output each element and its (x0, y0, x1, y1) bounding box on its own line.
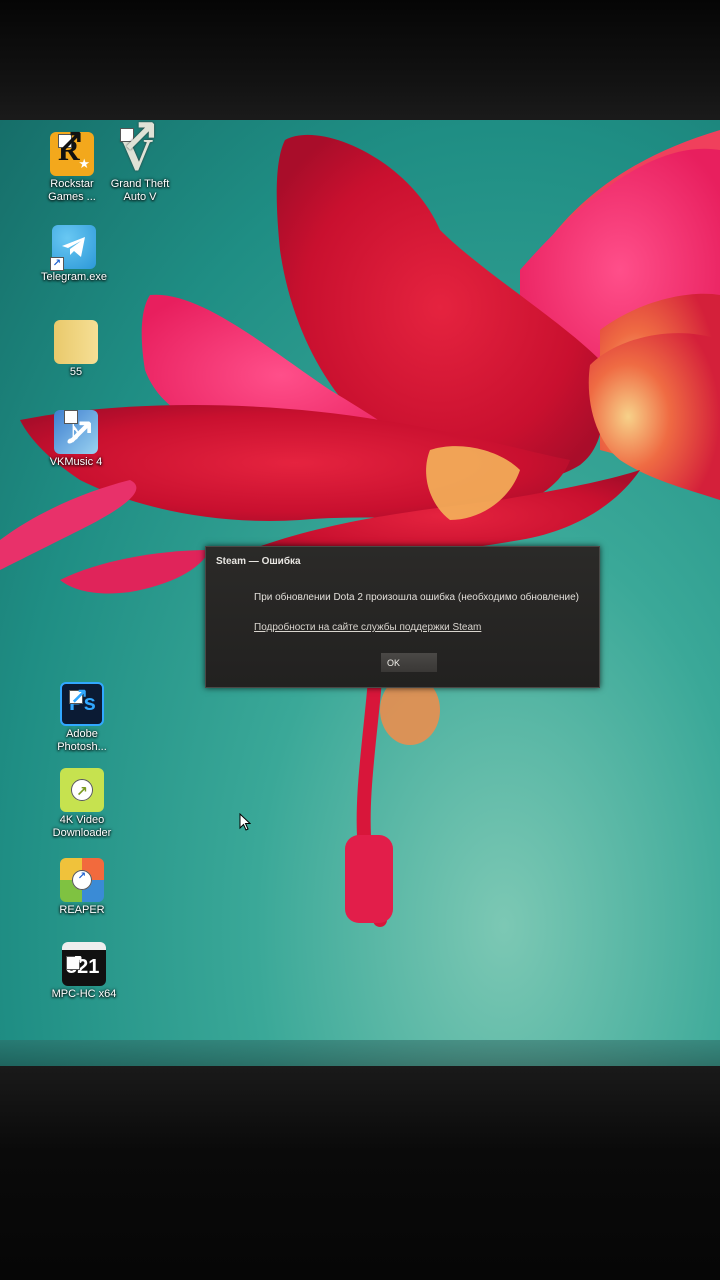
shortcut-arrow-icon: ↗ (64, 410, 96, 453)
desktop-icon-label: REAPER (59, 904, 105, 916)
ok-button[interactable]: OK (381, 653, 437, 672)
folder-icon (54, 320, 98, 364)
steam-error-dialog: Steam — Ошибка При обновлении Dota 2 про… (205, 546, 600, 688)
rockstar-games-icon: R ★ ↗ (50, 124, 94, 176)
desktop-icon-label: Grand Theft Auto V (110, 178, 170, 203)
shortcut-arrow-icon: ↗ (66, 952, 84, 974)
dialog-error-message: При обновлении Dota 2 произошла ошибка (… (254, 592, 579, 603)
shortcut-arrow-icon: ↗ (72, 870, 92, 890)
desktop-icon-gta-v[interactable]: V ↗ Grand Theft Auto V (100, 120, 180, 204)
vkmusic-icon: ♪ ↗ (54, 410, 98, 454)
monitor-bezel-bottom (0, 1066, 720, 1280)
desktop-icon-label: Telegram.exe (40, 271, 108, 283)
desktop-icon-label: MPC-HC x64 (51, 988, 117, 1000)
4k-video-downloader-icon: ⊟↗ (60, 768, 104, 812)
dialog-title: Steam — Ошибка (216, 556, 301, 567)
shortcut-arrow-icon: ↗ (50, 257, 64, 271)
desktop-icon-photoshop[interactable]: Ps↗ Adobe Photosh... (42, 682, 122, 754)
desktop-icon-label: Adobe Photosh... (57, 728, 107, 753)
desktop-icon-mpc-hc[interactable]: 321 ↗ MPC-HC x64 (44, 942, 124, 1001)
gta-v-icon: V ↗ (120, 120, 160, 180)
shortcut-arrow-icon: ↗ (120, 120, 160, 160)
screen-lower-edge (0, 1040, 720, 1068)
desktop-icon-folder-55[interactable]: 55 (36, 320, 116, 379)
desktop-icon-vkmusic[interactable]: ♪ ↗ VKMusic 4 (36, 410, 116, 469)
mouse-cursor-icon (239, 813, 251, 831)
desktop-icon-label: 55 (69, 366, 83, 378)
desktop-icon-4k-video-downloader[interactable]: ⊟↗ 4K Video Downloader (42, 768, 122, 840)
desktop-icon-label: VKMusic 4 (49, 456, 103, 468)
shortcut-arrow-icon: ↗ (71, 779, 93, 801)
desktop-icon-telegram[interactable]: ↗ Telegram.exe (34, 225, 114, 284)
shortcut-arrow-icon: ↗ (58, 124, 85, 157)
desktop-icon-label: 4K Video Downloader (52, 814, 112, 839)
monitor-bezel-top (0, 0, 720, 122)
photoshop-icon: Ps↗ (60, 682, 104, 726)
telegram-icon: ↗ (50, 225, 96, 271)
mpc-hc-icon: 321 ↗ (62, 942, 106, 986)
shortcut-arrow-icon: ↗ (69, 684, 89, 709)
reaper-icon: ↗ (60, 858, 104, 902)
desktop-icon-reaper[interactable]: ↗ REAPER (42, 858, 122, 917)
support-link[interactable]: Подробности на сайте службы поддержки St… (254, 622, 481, 633)
